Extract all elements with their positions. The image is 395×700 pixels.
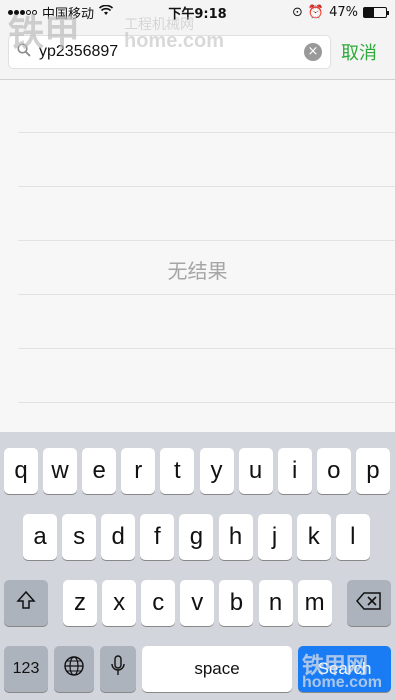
wifi-icon (98, 4, 114, 19)
key-t[interactable]: t (160, 448, 195, 494)
delete-icon (356, 589, 382, 617)
alarm-icon: ⏰ (307, 4, 325, 20)
keyboard-row-4: 123 space Search (0, 646, 395, 692)
battery-percent: 47% (329, 4, 358, 20)
key-j[interactable]: j (257, 514, 292, 560)
key-z[interactable]: z (63, 580, 97, 626)
key-r[interactable]: r (121, 448, 156, 494)
status-right: ⊙ ⏰ 47% (292, 4, 389, 20)
search-results: 无结果 (0, 80, 395, 432)
key-i[interactable]: i (277, 448, 312, 494)
search-icon (17, 42, 39, 61)
battery-level (364, 7, 375, 17)
key-l[interactable]: l (335, 514, 370, 560)
signal-strength-icon (8, 9, 37, 15)
delete-key[interactable] (347, 580, 391, 626)
key-a[interactable]: a (23, 514, 57, 560)
key-m[interactable]: m (297, 580, 332, 626)
key-p[interactable]: p (355, 448, 390, 494)
clock-time: 下午9:18 (168, 6, 227, 22)
key-x[interactable]: x (102, 580, 137, 626)
search-key[interactable]: Search (298, 646, 391, 692)
key-y[interactable]: y (199, 448, 234, 494)
keyboard-row-3: zxcvbnm (0, 580, 395, 626)
cancel-button[interactable]: 取消 (331, 39, 387, 65)
key-q[interactable]: q (4, 448, 38, 494)
key-s[interactable]: s (62, 514, 97, 560)
list-divider (18, 294, 395, 295)
globe-key[interactable] (54, 646, 94, 692)
rotation-lock-icon: ⊙ (292, 4, 303, 20)
key-n[interactable]: n (258, 580, 293, 626)
key-v[interactable]: v (180, 580, 215, 626)
keyboard-row-1: qwertyuiop (0, 448, 395, 494)
key-b[interactable]: b (219, 580, 254, 626)
key-e[interactable]: e (82, 448, 117, 494)
key-k[interactable]: k (296, 514, 331, 560)
numbers-key[interactable]: 123 (4, 646, 48, 692)
list-divider (18, 240, 395, 241)
carrier-label: 中国移动 (42, 6, 95, 22)
battery-icon (363, 6, 389, 18)
key-u[interactable]: u (238, 448, 273, 494)
keyboard-row-2: asdfghjkl (0, 514, 395, 560)
space-key[interactable]: space (142, 646, 292, 692)
status-bar: 中国移动 下午9:18 ⊙ ⏰ 47% (0, 0, 395, 24)
key-f[interactable]: f (140, 514, 175, 560)
keyboard: qwertyuiop asdfghjkl zxcvbnm 123 space S… (0, 432, 395, 700)
dictation-key[interactable] (100, 646, 136, 692)
shift-key[interactable] (4, 580, 48, 626)
key-c[interactable]: c (141, 580, 176, 626)
status-left: 中国移动 (8, 3, 114, 22)
key-o[interactable]: o (316, 448, 351, 494)
search-input[interactable] (39, 42, 304, 61)
search-bar: × 取消 (0, 24, 395, 80)
list-divider (18, 402, 395, 403)
shift-icon (16, 589, 36, 617)
list-divider (18, 132, 395, 133)
search-box[interactable]: × (8, 34, 331, 69)
app-screen: 中国移动 下午9:18 ⊙ ⏰ 47% × 取消 (0, 0, 395, 700)
key-w[interactable]: w (43, 448, 78, 494)
list-divider (18, 348, 395, 349)
no-results-label: 无结果 (167, 259, 228, 283)
microphone-icon (111, 654, 125, 684)
key-d[interactable]: d (101, 514, 136, 560)
list-divider (18, 186, 395, 187)
clear-search-icon[interactable]: × (304, 42, 322, 61)
globe-icon (63, 655, 85, 684)
key-g[interactable]: g (179, 514, 214, 560)
key-h[interactable]: h (218, 514, 253, 560)
